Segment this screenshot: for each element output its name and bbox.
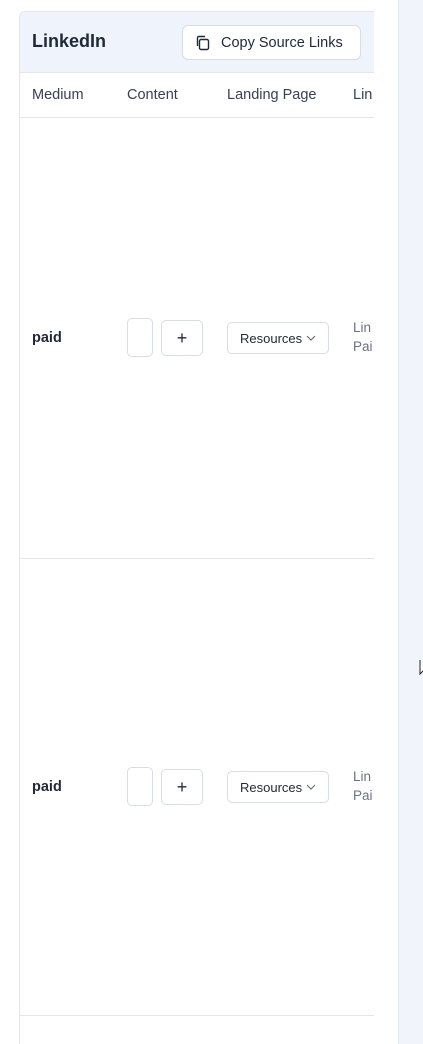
column-header-landing-page: Landing Page — [227, 87, 317, 103]
content-input[interactable] — [127, 318, 153, 357]
landing-page-value: Resources — [240, 779, 303, 795]
table-row: paid + Resources Lin Pai — [20, 559, 374, 1016]
chevron-down-icon — [306, 335, 316, 341]
link-cell: Lin Pai — [353, 767, 373, 805]
add-content-button[interactable]: + — [161, 769, 203, 805]
content-input[interactable] — [127, 767, 153, 806]
copy-icon — [196, 35, 210, 50]
linkedin-source-card: LinkedIn Copy Source Links Medium Conten… — [19, 11, 374, 1044]
chevron-down-icon — [306, 784, 316, 790]
column-header-link: Lin — [353, 87, 373, 103]
card-title: LinkedIn — [32, 31, 107, 51]
link-line: Lin — [353, 769, 372, 784]
card-header: LinkedIn Copy Source Links — [20, 12, 374, 73]
landing-page-select[interactable]: Resources — [227, 322, 329, 354]
medium-cell: paid — [32, 779, 62, 795]
add-content-button[interactable]: + — [161, 320, 203, 356]
landing-page-select[interactable]: Resources — [227, 771, 329, 803]
right-pane — [398, 0, 423, 1044]
table-header: Medium Content Landing Page Lin — [20, 73, 374, 118]
link-cell: Lin Pai — [353, 318, 373, 356]
table-row: paid + Resources Lin Pai — [20, 118, 374, 559]
mouse-cursor-icon — [419, 660, 423, 676]
link-line: Pai — [353, 788, 373, 803]
copy-source-links-button[interactable]: Copy Source Links — [182, 25, 361, 60]
copy-source-links-label: Copy Source Links — [221, 34, 343, 51]
column-header-medium: Medium — [32, 87, 84, 103]
link-line: Pai — [353, 339, 373, 354]
page: LinkedIn Copy Source Links Medium Conten… — [0, 0, 423, 1044]
link-line: Lin — [353, 320, 372, 335]
medium-cell: paid — [32, 330, 62, 346]
landing-page-value: Resources — [240, 330, 303, 346]
column-header-content: Content — [127, 87, 178, 103]
